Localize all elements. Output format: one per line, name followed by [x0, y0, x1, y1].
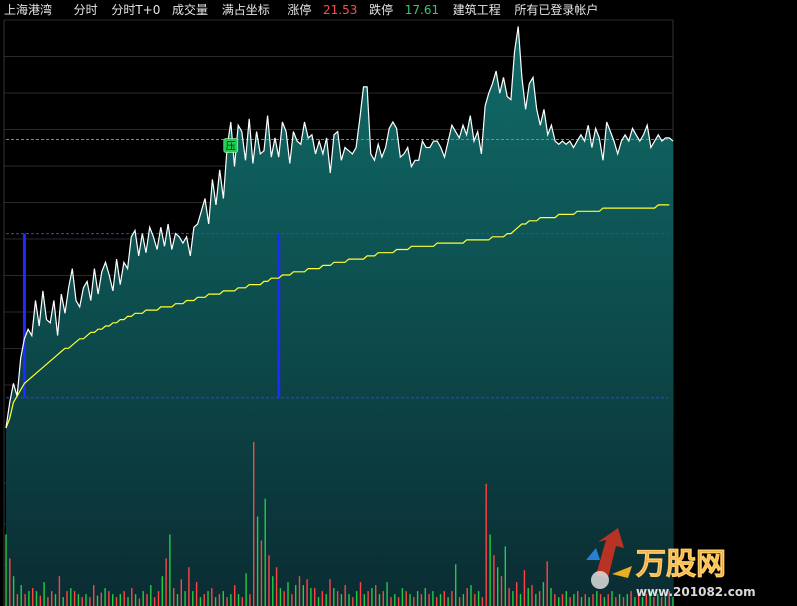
price-area-fill — [6, 26, 673, 606]
watermark-url: www.201082.com — [636, 585, 756, 599]
intraday-chart[interactable]: 压 万股网 www.201082.com — [0, 0, 797, 606]
watermark-brand: 万股网 — [636, 547, 726, 582]
watermark-coin-icon — [591, 571, 609, 589]
resistance-badge-text: 压 — [226, 141, 236, 153]
resistance-badge: 压 — [223, 138, 239, 153]
